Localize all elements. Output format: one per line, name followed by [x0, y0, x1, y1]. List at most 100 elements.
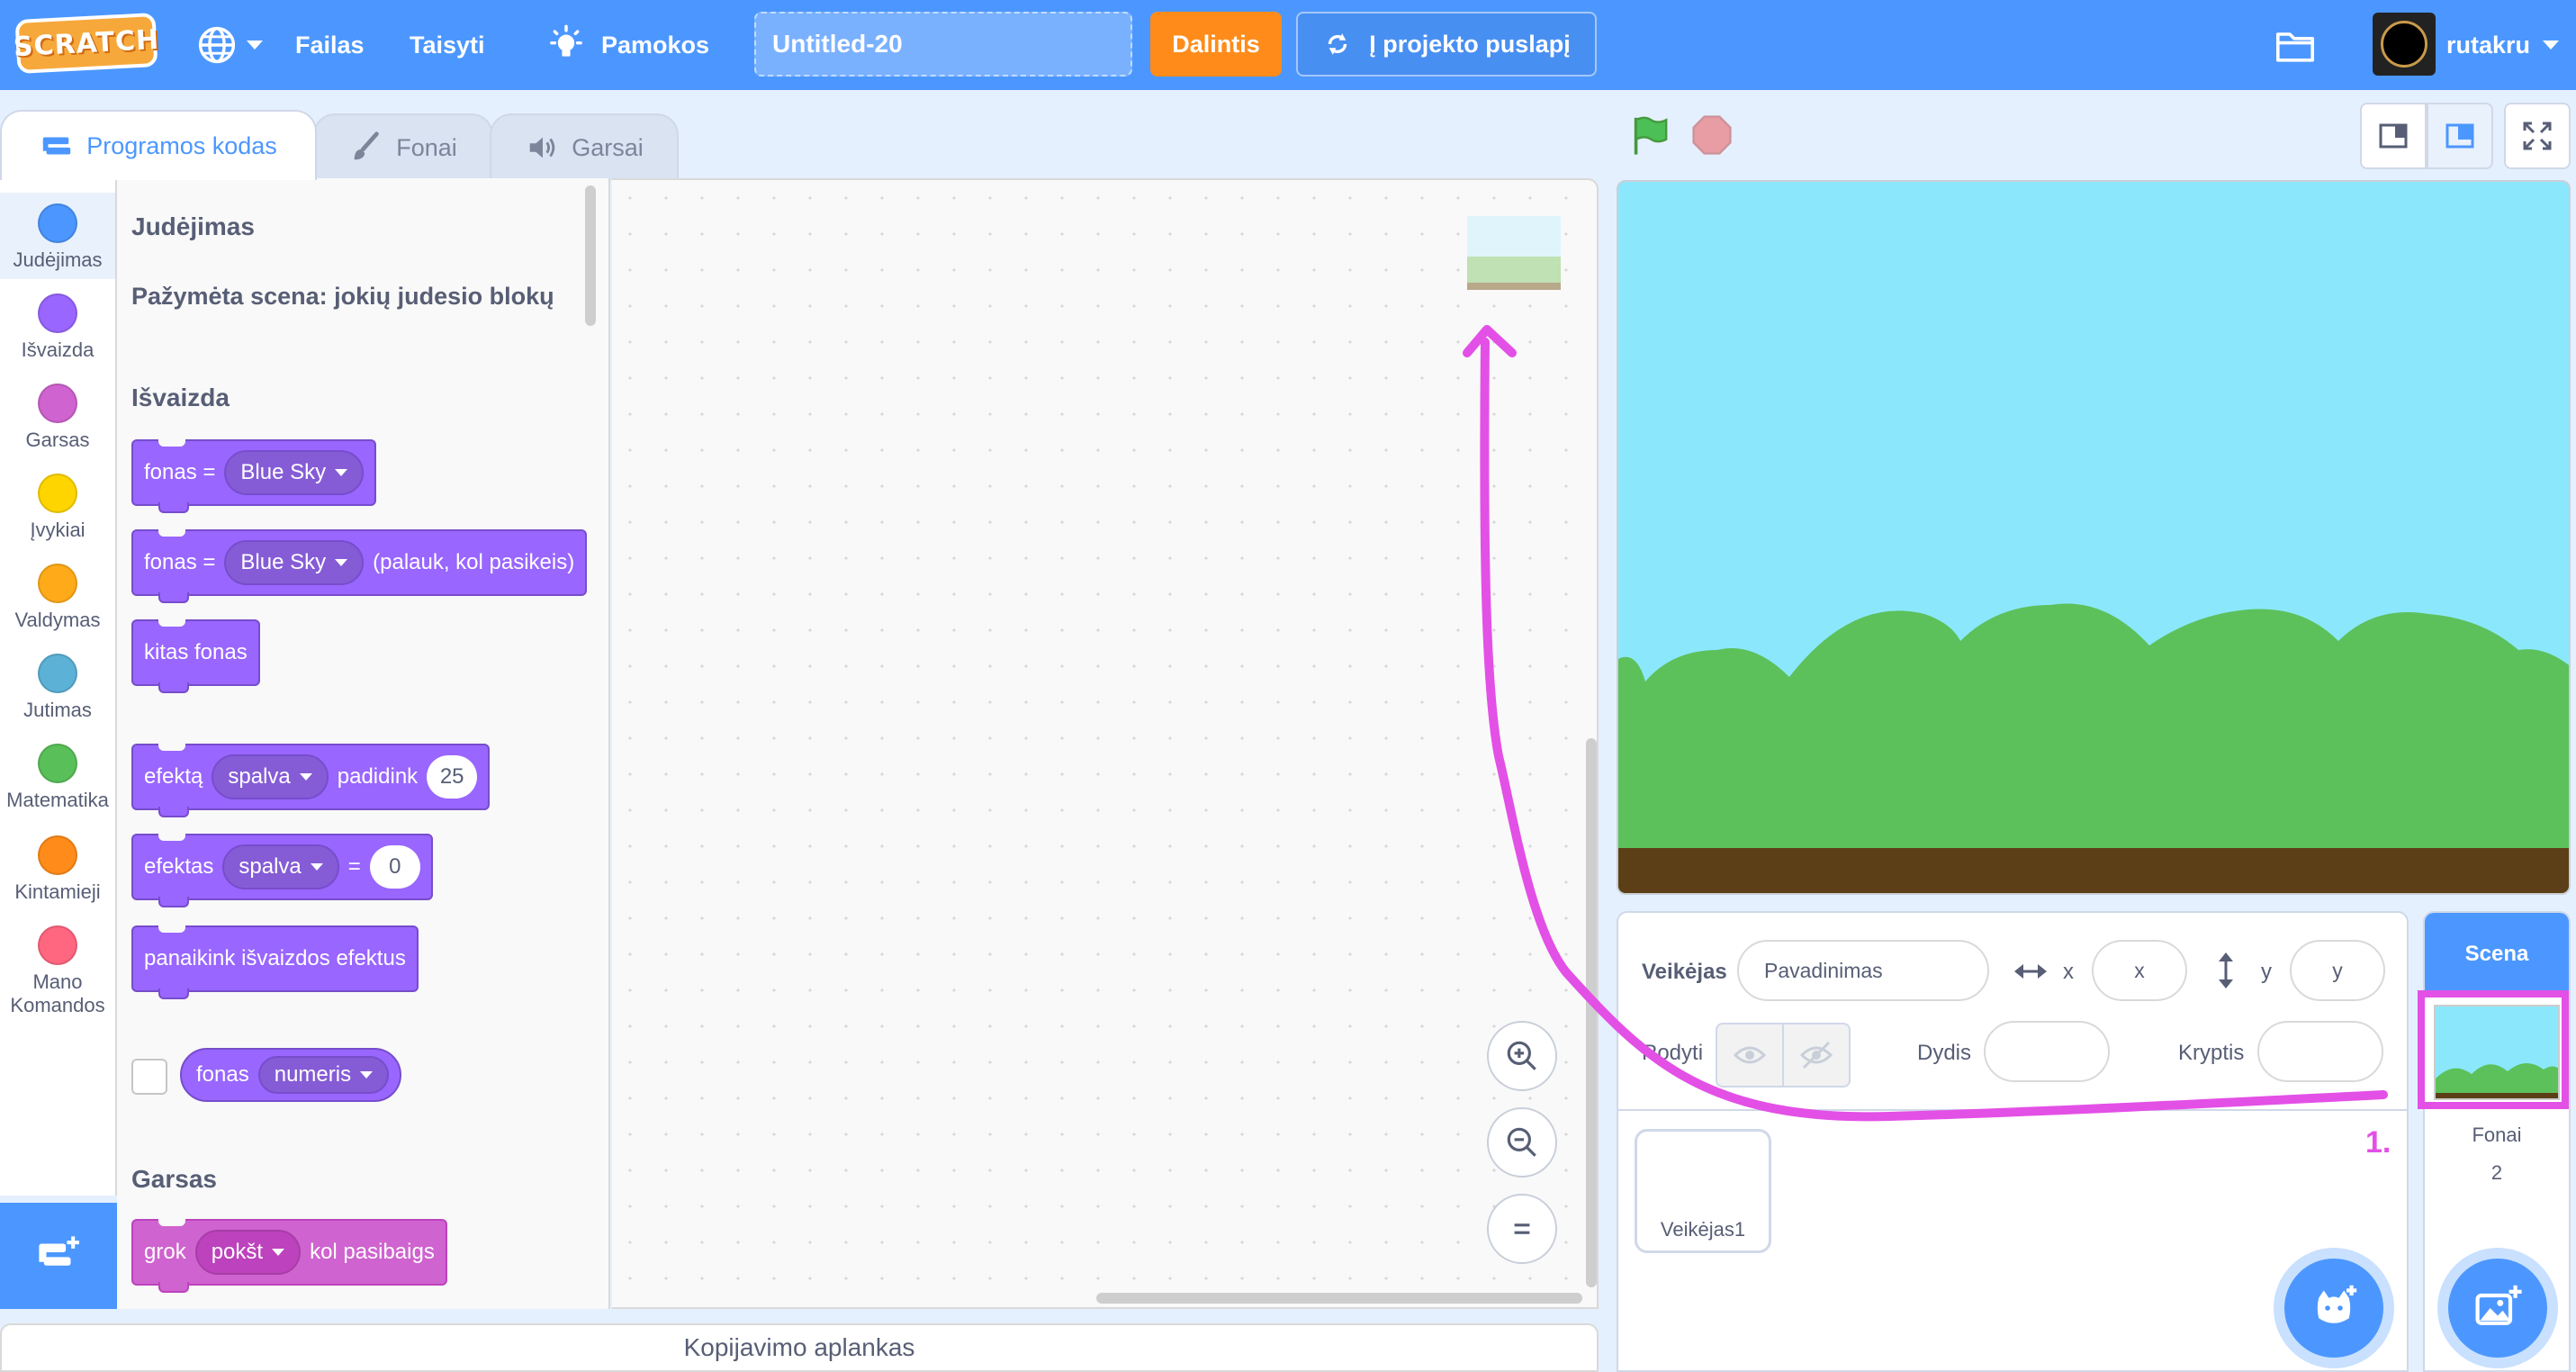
project-page-button[interactable]: Į projekto puslapį: [1296, 12, 1597, 77]
backdrop-dropdown[interactable]: Blue Sky: [224, 450, 365, 495]
cat-plus-icon: [2317, 1285, 2357, 1323]
current-target-thumbnail: [1467, 216, 1561, 290]
tab-sounds[interactable]: Garsai: [490, 113, 679, 180]
tutorials-menu[interactable]: Pamokos: [545, 0, 709, 90]
tab-code-label: Programos kodas: [86, 131, 277, 159]
stage-thumbnail[interactable]: [2434, 1005, 2560, 1100]
clear-effects-block[interactable]: panaikink išvaizdos efektus: [131, 925, 419, 999]
category-dot: [38, 474, 77, 513]
sprite-name-input[interactable]: Pavadinimas: [1737, 940, 1989, 1001]
category-looks[interactable]: Išvaizda: [0, 293, 115, 362]
switch-backdrop-wait-block[interactable]: fonas = Blue Sky (palauk, kol pasikeis): [131, 529, 588, 603]
normal-stage-button[interactable]: [2427, 103, 2493, 169]
category-my-blocks[interactable]: Mano Komandos: [0, 925, 115, 1017]
category-label: Matematika: [6, 789, 109, 811]
green-flag-icon[interactable]: [1627, 113, 1671, 157]
backpack-bar[interactable]: Kopijavimo aplankas: [0, 1323, 1599, 1372]
backdrops-count: 2: [2490, 1161, 2503, 1184]
category-menu: Judėjimas Išvaizda Garsas Įvykiai Valdym…: [0, 178, 117, 1196]
number-input[interactable]: 25: [427, 755, 478, 799]
folder-icon[interactable]: [2274, 23, 2317, 67]
category-motion[interactable]: Judėjimas: [0, 193, 115, 279]
category-variables[interactable]: Kintamieji: [0, 835, 115, 904]
dropdown-value: numeris: [274, 1062, 352, 1087]
stop-icon[interactable]: [1690, 113, 1734, 157]
project-title-input[interactable]: Untitled-20: [754, 12, 1132, 77]
choose-backdrop-button[interactable]: [2448, 1259, 2547, 1358]
tab-backdrops-label: Fonai: [396, 133, 457, 161]
palette-scrollbar[interactable]: [585, 185, 596, 326]
category-dot: [38, 654, 77, 693]
category-sensing[interactable]: Jutimas: [0, 654, 115, 722]
reporter-checkbox[interactable]: [131, 1059, 167, 1095]
sprite-label: Veikėjas: [1642, 960, 1727, 984]
set-effect-block[interactable]: efektas spalva = 0: [131, 834, 433, 907]
play-sound-until-done-block[interactable]: grok pokšt kol pasibaigs: [131, 1219, 447, 1293]
effect-dropdown[interactable]: spalva: [212, 754, 329, 799]
workspace-horizontal-scrollbar[interactable]: [1096, 1293, 1582, 1304]
stage-thumbnail-image: [2436, 1006, 2558, 1098]
switch-backdrop-block[interactable]: fonas = Blue Sky: [131, 439, 377, 513]
change-effect-block[interactable]: efektą spalva padidink 25: [131, 744, 491, 817]
dropdown-value: spalva: [228, 764, 291, 789]
horizontal-arrows-icon: [2014, 964, 2047, 979]
language-menu[interactable]: [196, 0, 263, 90]
avatar[interactable]: [2373, 13, 2436, 76]
dropdown-arrow-icon: [335, 469, 348, 476]
edit-menu[interactable]: Taisyti: [410, 0, 485, 90]
block-text: (palauk, kol pasikeis): [373, 550, 575, 574]
file-menu[interactable]: Failas: [295, 0, 365, 90]
annotation-number: 1.: [2365, 1125, 2391, 1160]
backdrop-property-dropdown[interactable]: numeris: [257, 1056, 390, 1094]
zoom-reset-button[interactable]: [1487, 1194, 1557, 1264]
workspace-vertical-scrollbar[interactable]: [1586, 738, 1597, 1287]
tab-backdrops[interactable]: Fonai: [313, 113, 493, 180]
number-input[interactable]: 0: [369, 845, 420, 889]
category-dot: [38, 925, 77, 965]
dropdown-arrow-icon: [299, 773, 312, 781]
chevron-down-icon: [2543, 41, 2560, 50]
backdrop-dropdown[interactable]: Blue Sky: [224, 540, 365, 585]
hide-sprite-button[interactable]: [1782, 1023, 1851, 1088]
fullscreen-button[interactable]: [2504, 103, 2571, 169]
zoom-in-button[interactable]: [1487, 1021, 1557, 1091]
blue-sky-backdrop: [1618, 182, 2569, 893]
zoom-out-button[interactable]: [1487, 1107, 1557, 1178]
account-menu[interactable]: rutakru: [2446, 0, 2560, 90]
direction-input[interactable]: [2257, 1021, 2383, 1082]
y-input[interactable]: y: [2290, 940, 2385, 1001]
scratch-logo[interactable]: SCRATCH: [13, 12, 160, 75]
block-text: =: [347, 854, 361, 879]
sprite-tile[interactable]: Veikėjas1: [1635, 1129, 1771, 1253]
tab-code[interactable]: Programos kodas: [0, 110, 317, 180]
y-label: y: [2261, 960, 2272, 984]
scratch-editor: SCRATCH Failas Taisyti Pamokos Untitled-…: [0, 0, 2576, 1372]
category-operators[interactable]: Matematika: [0, 744, 115, 812]
x-input[interactable]: x: [2092, 940, 2187, 1001]
share-button[interactable]: Dalintis: [1150, 12, 1282, 77]
normal-stage-icon: [2445, 123, 2474, 149]
next-backdrop-block[interactable]: kitas fonas: [131, 619, 260, 693]
choose-sprite-button[interactable]: [2284, 1259, 2383, 1358]
category-label: Garsas: [25, 429, 90, 451]
block-text: fonas =: [144, 460, 216, 484]
show-sprite-button[interactable]: [1716, 1023, 1784, 1088]
add-extension-button[interactable]: [0, 1203, 117, 1309]
stage-canvas[interactable]: [1617, 180, 2571, 895]
category-sound[interactable]: Garsas: [0, 384, 115, 452]
zoom-in-icon: [1507, 1041, 1536, 1070]
sound-dropdown[interactable]: pokšt: [194, 1230, 302, 1275]
lightbulb-icon: [550, 24, 582, 57]
category-control[interactable]: Valdymas: [0, 564, 115, 632]
project-page-label: Į projekto puslapį: [1369, 30, 1571, 58]
size-label: Dydis: [1917, 1041, 1972, 1065]
category-events[interactable]: Įvykiai: [0, 474, 115, 542]
backdrop-number-reporter[interactable]: fonas numeris: [180, 1048, 402, 1102]
category-dot: [38, 293, 77, 333]
size-input[interactable]: [1984, 1021, 2110, 1082]
tab-sounds-label: Garsai: [572, 133, 644, 161]
effect-dropdown[interactable]: spalva: [222, 844, 339, 889]
block-text: kol pasibaigs: [310, 1240, 435, 1264]
small-stage-button[interactable]: [2360, 103, 2427, 169]
script-workspace[interactable]: [612, 178, 1599, 1309]
